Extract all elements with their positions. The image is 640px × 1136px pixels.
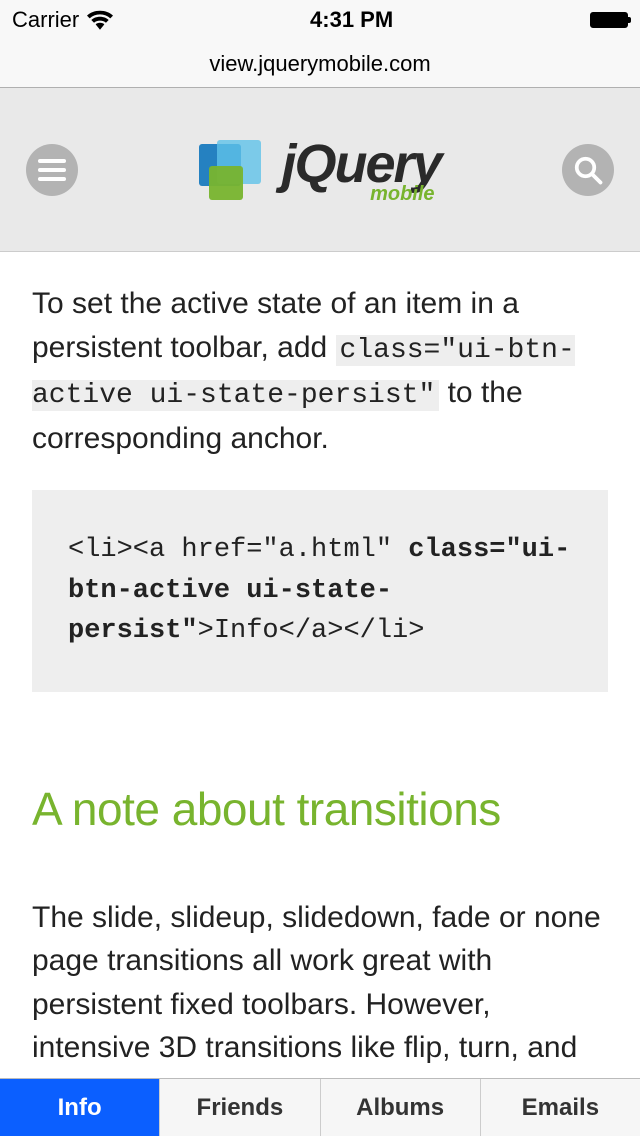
nav-tab-albums[interactable]: Albums [321,1079,481,1136]
ios-status-bar: Carrier 4:31 PM [0,0,640,40]
search-button[interactable] [562,144,614,196]
nav-tab-info[interactable]: Info [0,1079,160,1136]
wifi-icon [87,10,113,30]
page-header: jQuery mobile [0,88,640,252]
logo[interactable]: jQuery mobile [199,133,440,206]
battery-icon [590,12,628,28]
menu-button[interactable] [26,144,78,196]
status-left: Carrier [12,7,113,33]
code-block: <li><a href="a.html" class="ui-btn-activ… [32,490,608,692]
intro-paragraph: To set the active state of an item in a … [32,282,608,460]
logo-mark-icon [199,140,271,200]
code-post: >Info</a></li> [198,616,425,646]
url-text: view.jquerymobile.com [209,51,430,77]
nav-tab-emails[interactable]: Emails [481,1079,640,1136]
nav-tab-friends[interactable]: Friends [160,1079,320,1136]
carrier-label: Carrier [12,7,79,33]
browser-url-bar[interactable]: view.jquerymobile.com [0,40,640,88]
section-heading: A note about transitions [32,782,608,836]
search-icon [573,155,603,185]
page-content[interactable]: To set the active state of an item in a … [0,252,640,1078]
code-pre: <li><a href="a.html" [68,535,408,565]
bottom-navbar: Info Friends Albums Emails [0,1078,640,1136]
status-right [590,12,628,28]
transitions-paragraph: The slide, slideup, slidedown, fade or n… [32,896,608,1078]
status-time: 4:31 PM [310,7,393,33]
logo-subtitle: mobile [281,183,434,206]
hamburger-icon [38,159,66,181]
